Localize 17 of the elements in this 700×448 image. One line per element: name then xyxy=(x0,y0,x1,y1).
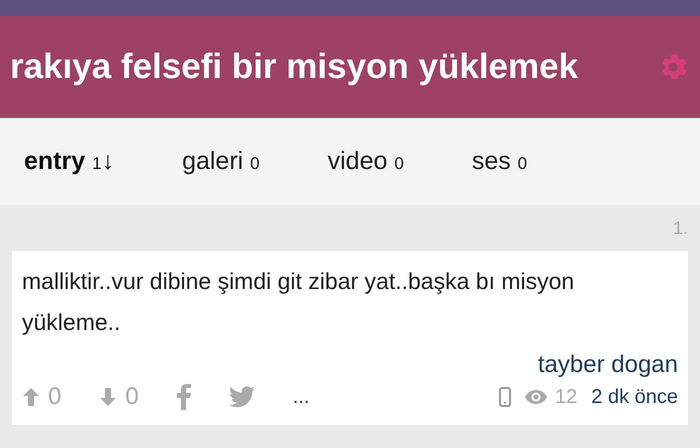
tab[interactable]: galeri 0 xyxy=(182,147,260,176)
entry-time-link[interactable]: 2 dk önce xyxy=(591,386,678,408)
phone-icon xyxy=(499,387,512,407)
author-link[interactable]: tayber dogan xyxy=(538,351,678,379)
entry-number: 1. xyxy=(672,218,688,238)
tab[interactable]: ses 0 xyxy=(472,147,528,176)
facebook-icon[interactable] xyxy=(176,384,191,410)
up-arrow-icon xyxy=(22,387,40,407)
tab[interactable]: video 0 xyxy=(328,147,404,176)
entry-text: malliktir..vur dibine şimdi git zibar yat..başka bı misyon yükleme.. xyxy=(22,267,576,337)
view-count: 12 xyxy=(555,386,578,408)
more-button[interactable]: ... xyxy=(292,386,310,408)
topic-title: rakıya felsefi bir misyon yüklemek xyxy=(10,47,578,87)
eye-icon xyxy=(525,390,548,404)
bird-icon[interactable] xyxy=(228,386,255,408)
down-arrow-icon xyxy=(99,387,118,407)
tab[interactable]: entry 1↓ xyxy=(24,147,114,176)
